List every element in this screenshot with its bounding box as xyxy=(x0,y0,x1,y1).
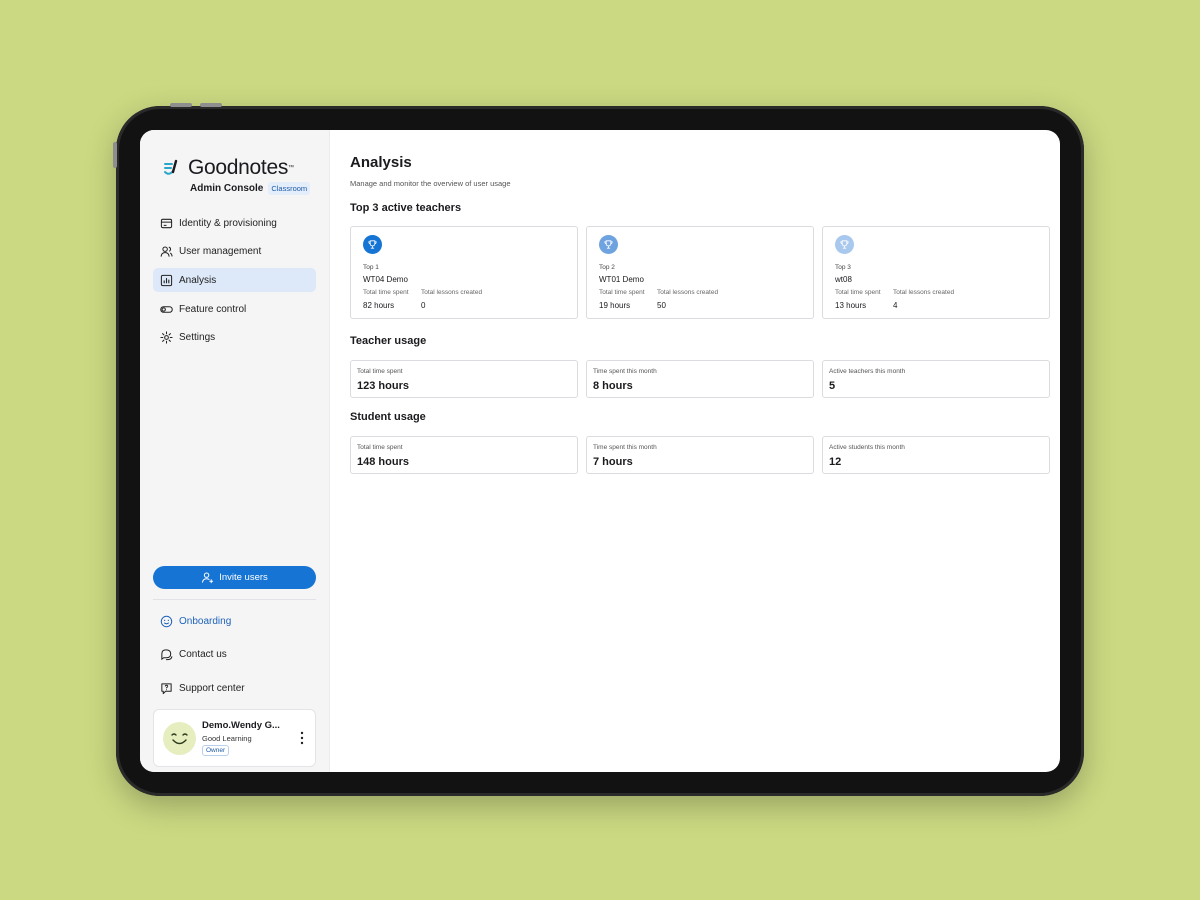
sidebar-item-label: Support center xyxy=(179,682,245,694)
sidebar-item-feature-control[interactable]: Feature control xyxy=(153,297,316,321)
student-stat-card: Active students this month 12 xyxy=(822,436,1050,474)
stat-label: Active teachers this month xyxy=(829,368,906,375)
trophy-icon xyxy=(599,235,618,254)
sidebar-item-label: Analysis xyxy=(179,274,217,286)
time-spent-value: 82 hours xyxy=(363,301,395,310)
tablet-top-button xyxy=(170,103,192,107)
stat-label: Time spent this month xyxy=(593,444,657,451)
user-name: Demo.Wendy G... xyxy=(202,720,280,731)
stat-value: 148 hours xyxy=(357,456,409,468)
time-spent-label: Total time spent xyxy=(835,289,881,296)
sidebar-item-label: Onboarding xyxy=(179,615,232,627)
sidebar-item-support-center[interactable]: Support center xyxy=(153,677,316,699)
sidebar-item-label: User management xyxy=(179,246,262,258)
stat-value: 123 hours xyxy=(357,380,409,392)
lessons-created-value: 4 xyxy=(893,301,898,310)
stat-label: Total time spent xyxy=(357,444,403,451)
sidebar-item-label: Identity & provisioning xyxy=(179,217,277,229)
teacher-stat-card: Time spent this month 8 hours xyxy=(586,360,814,398)
teacher-rank: Top 2 xyxy=(599,264,615,271)
teacher-rank: Top 1 xyxy=(363,264,379,271)
stat-label: Total time spent xyxy=(357,368,403,375)
sidebar-item-label: Feature control xyxy=(179,303,247,315)
top-teachers-title: Top 3 active teachers xyxy=(350,202,462,214)
trophy-icon xyxy=(363,235,382,254)
lessons-created-label: Total lessons created xyxy=(657,289,719,296)
user-profile-card[interactable]: Demo.Wendy G... Good Learning Owner xyxy=(153,709,316,767)
time-spent-value: 13 hours xyxy=(835,301,867,310)
smiley-icon xyxy=(160,615,173,627)
sidebar: Goodnotes ™ Admin Console Classroom Ident… xyxy=(140,130,330,772)
stat-label: Active students this month xyxy=(829,444,905,451)
invite-users-button[interactable]: Invite users xyxy=(153,566,316,589)
brand: Goodnotes ™ Admin Console Classroom xyxy=(162,156,311,195)
stat-value: 12 xyxy=(829,456,842,468)
top-teacher-card-1: Top 1 WT04 Demo Total time spent Total l… xyxy=(350,226,578,319)
lessons-created-label: Total lessons created xyxy=(421,289,483,296)
trophy-icon xyxy=(835,235,854,254)
page-title: Analysis xyxy=(350,154,412,171)
user-organization: Good Learning xyxy=(202,734,252,743)
help-bubble-icon xyxy=(161,682,172,694)
time-spent-label: Total time spent xyxy=(599,289,645,296)
lessons-created-label: Total lessons created xyxy=(893,289,955,296)
time-spent-value: 19 hours xyxy=(599,301,631,310)
student-usage-title: Student usage xyxy=(350,411,426,423)
top-teacher-card-2: Top 2 WT01 Demo Total time spent Total l… xyxy=(586,226,814,319)
teacher-name: WT01 Demo xyxy=(599,275,644,284)
sidebar-item-identity-provisioning[interactable]: Identity & provisioning xyxy=(153,211,316,235)
smiling-face-icon xyxy=(171,733,188,745)
teacher-usage-title: Teacher usage xyxy=(350,335,427,347)
sidebar-item-onboarding[interactable]: Onboarding xyxy=(153,610,316,632)
time-spent-label: Total time spent xyxy=(363,289,409,296)
brand-trademark: ™ xyxy=(288,165,295,171)
brand-console-label: Admin Console xyxy=(190,183,264,194)
teacher-stat-card: Total time spent 123 hours xyxy=(350,360,578,398)
sidebar-item-settings[interactable]: Settings xyxy=(153,326,316,350)
brand-tag-badge: Classroom xyxy=(268,182,311,195)
sidebar-item-contact-us[interactable]: Contact us xyxy=(153,644,316,666)
gear-icon xyxy=(160,331,173,344)
student-stat-card: Time spent this month 7 hours xyxy=(586,436,814,474)
tablet-side-button xyxy=(113,142,117,168)
help-links: Onboarding Contact us Support center xyxy=(153,610,316,711)
page-subtitle: Manage and monitor the overview of user … xyxy=(350,179,511,188)
id-card-icon xyxy=(160,218,173,228)
tablet-top-button xyxy=(200,103,222,107)
stat-label: Time spent this month xyxy=(593,368,657,375)
chat-icon xyxy=(161,649,173,661)
teacher-name: WT04 Demo xyxy=(363,275,408,284)
lessons-created-value: 0 xyxy=(421,301,426,310)
lessons-created-value: 50 xyxy=(657,301,666,310)
brand-name: Goodnotes xyxy=(188,156,289,179)
stat-value: 5 xyxy=(829,380,836,392)
stat-value: 7 hours xyxy=(593,456,633,468)
sidebar-item-label: Settings xyxy=(179,332,216,344)
teacher-rank: Top 3 xyxy=(835,264,851,271)
app-screen: Goodnotes ™ Admin Console Classroom Ident… xyxy=(140,130,1060,772)
main-content: Analysis Manage and monitor the overview… xyxy=(330,130,1060,772)
tablet-device: Goodnotes ™ Admin Console Classroom Ident… xyxy=(113,103,1084,796)
goodnotes-logo-icon xyxy=(164,159,178,175)
sidebar-divider xyxy=(153,599,316,600)
users-icon xyxy=(160,246,173,257)
stat-value: 8 hours xyxy=(593,380,633,392)
teacher-stat-card: Active teachers this month 5 xyxy=(822,360,1050,398)
toggle-icon xyxy=(160,305,173,313)
sidebar-item-user-management[interactable]: User management xyxy=(153,240,316,264)
avatar xyxy=(163,722,196,755)
student-stat-card: Total time spent 148 hours xyxy=(350,436,578,474)
invite-users-label: Invite users xyxy=(219,572,268,583)
user-role-badge: Owner xyxy=(202,745,230,756)
sidebar-nav: Identity & provisioning User management … xyxy=(153,211,316,354)
sidebar-item-label: Contact us xyxy=(179,649,227,660)
teacher-name: wt08 xyxy=(835,275,852,284)
sidebar-item-analysis[interactable]: Analysis xyxy=(153,268,316,293)
add-user-icon xyxy=(202,572,214,584)
chart-icon xyxy=(160,274,173,286)
top-teacher-card-3: Top 3 wt08 Total time spent Total lesson… xyxy=(822,226,1050,319)
more-options-icon[interactable] xyxy=(297,730,307,746)
